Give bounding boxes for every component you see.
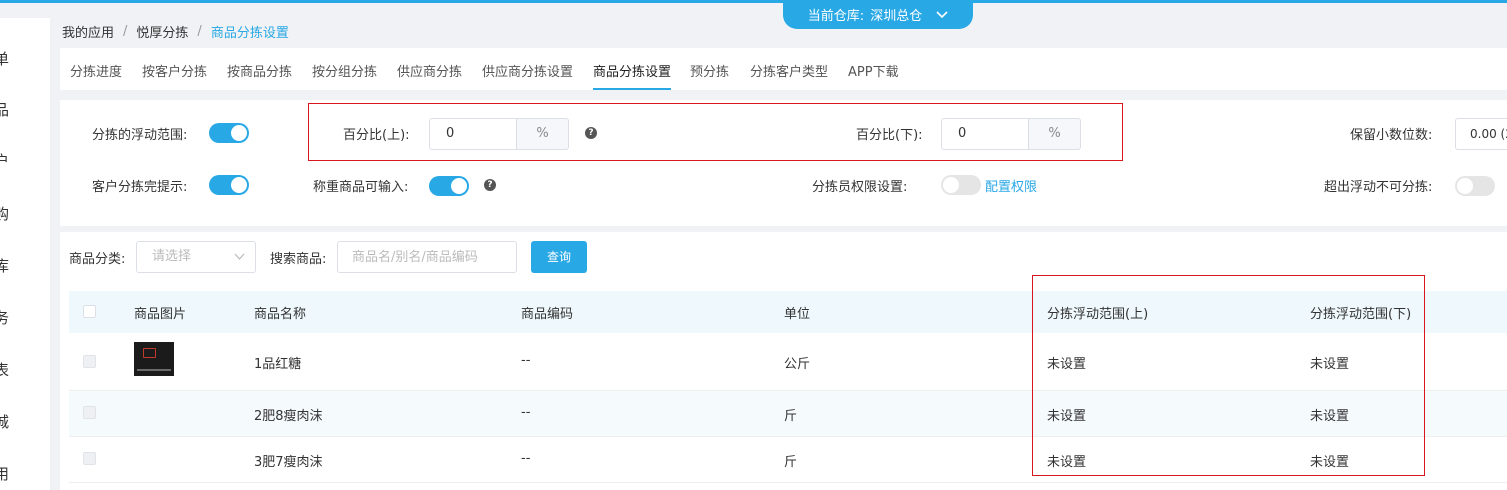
tab-by-product[interactable]: 按商品分拣 xyxy=(227,61,292,80)
table-header: 商品图片 商品名称 商品编码 单位 分拣浮动范围(上) 分拣浮动范围(下) xyxy=(69,291,1507,333)
product-image xyxy=(134,342,174,376)
sidebar-item-reports[interactable]: 表 xyxy=(0,359,9,380)
tab-supplier-settings[interactable]: 供应商分拣设置 xyxy=(482,61,573,80)
pct-up-unit: % xyxy=(516,118,569,150)
float-down-value[interactable]: 未设置 xyxy=(1310,451,1349,470)
breadcrumb-current: 商品分拣设置 xyxy=(210,26,289,41)
category-placeholder: 请选择 xyxy=(152,249,192,264)
breadcrumb-separator: / xyxy=(123,24,128,39)
help-icon[interactable]: ? xyxy=(484,179,496,191)
tab-sorting-progress[interactable]: 分拣进度 xyxy=(70,61,122,80)
pct-up-label: 百分比(上): xyxy=(343,128,410,143)
breadcrumb-my-apps[interactable]: 我的应用 xyxy=(62,22,114,41)
exceed-label: 超出浮动不可分拣: xyxy=(1324,180,1433,195)
tab-by-group[interactable]: 按分组分拣 xyxy=(312,61,377,80)
picker-perm-toggle[interactable] xyxy=(941,175,981,195)
product-code: -- xyxy=(521,353,531,368)
tab-product-settings[interactable]: 商品分拣设置 xyxy=(593,61,672,90)
sidebar-item-orders[interactable]: 单 xyxy=(0,48,9,69)
query-button[interactable]: 查询 xyxy=(531,241,587,273)
product-code: -- xyxy=(521,405,531,420)
sidebar-item-apps[interactable]: 用 xyxy=(0,463,9,484)
product-name: 1品红糖 xyxy=(254,357,302,372)
row-checkbox[interactable] xyxy=(83,452,96,465)
row-checkbox[interactable] xyxy=(83,355,96,368)
weighing-input-toggle[interactable] xyxy=(429,176,469,196)
tab-customer-types[interactable]: 分拣客户类型 xyxy=(750,61,828,80)
pct-down-unit: % xyxy=(1028,118,1081,150)
float-up-value[interactable]: 未设置 xyxy=(1047,353,1086,372)
sidebar-item-warehouse[interactable]: 库 xyxy=(0,255,9,276)
product-name: 2肥8瘦肉沫 xyxy=(254,409,323,424)
sidebar-item-finance[interactable]: 务 xyxy=(0,307,9,328)
customer-done-label: 客户分拣完提示: xyxy=(92,180,188,195)
decimal-select[interactable]: 0.00 (2 xyxy=(1455,118,1507,150)
header-name: 商品名称 xyxy=(254,307,307,322)
float-down-value[interactable]: 未设置 xyxy=(1310,405,1349,424)
header-image: 商品图片 xyxy=(134,307,187,322)
settings-panel: 分拣的浮动范围: 百分比(上): 0 % ? 百分比(下): 0 % 保留小数位… xyxy=(60,100,1507,226)
decimal-label: 保留小数位数: xyxy=(1350,128,1433,143)
config-permission-link[interactable]: 配置权限 xyxy=(985,176,1037,195)
sidebar: 单 品 户 购 库 务 表 城 用 xyxy=(0,18,50,490)
product-code: -- xyxy=(521,451,531,466)
float-range-toggle[interactable] xyxy=(209,123,249,143)
pct-down-input[interactable]: 0 xyxy=(941,118,1028,150)
pct-up-input-group: 0 % xyxy=(429,118,569,150)
sidebar-item-purchase[interactable]: 购 xyxy=(0,203,9,224)
tab-by-customer[interactable]: 按客户分拣 xyxy=(142,61,207,80)
table-row[interactable]: 3肥7瘦肉沫 -- 斤 未设置 未设置 xyxy=(69,437,1507,483)
sidebar-item-customers[interactable]: 户 xyxy=(0,150,9,171)
float-up-value[interactable]: 未设置 xyxy=(1047,405,1086,424)
select-all-checkbox[interactable] xyxy=(83,305,96,318)
warehouse-label: 当前仓库: xyxy=(807,9,865,24)
sidebar-item-mall[interactable]: 城 xyxy=(0,411,9,432)
tab-supplier-sorting[interactable]: 供应商分拣 xyxy=(397,61,462,80)
product-unit: 公斤 xyxy=(784,357,811,372)
table-row[interactable]: 1品红糖 -- 公斤 未设置 未设置 xyxy=(69,333,1507,391)
header-unit: 单位 xyxy=(784,307,811,322)
tab-pre-sorting[interactable]: 预分拣 xyxy=(690,61,729,80)
warehouse-name: 深圳总仓 xyxy=(870,9,923,24)
product-image-caption xyxy=(137,369,171,371)
breadcrumb-separator: / xyxy=(197,24,202,39)
breadcrumb-sorting[interactable]: 悦厚分拣 xyxy=(136,22,188,41)
product-unit: 斤 xyxy=(784,455,798,470)
weighing-input-label: 称重商品可输入: xyxy=(313,180,409,195)
header-float-up: 分拣浮动范围(上) xyxy=(1047,307,1149,322)
pct-down-input-group: 0 % xyxy=(941,118,1081,150)
breadcrumb: 我的应用 / 悦厚分拣 / 商品分拣设置 xyxy=(62,22,289,41)
warehouse-switcher[interactable]: 当前仓库: 深圳总仓 xyxy=(783,0,973,29)
top-accent-line xyxy=(0,0,1507,3)
help-icon[interactable]: ? xyxy=(585,127,597,139)
product-list-panel: 商品分类: 请选择 搜索商品: 查询 商品图片 商品名称 商品编码 单位 分拣浮… xyxy=(60,232,1507,490)
float-down-value[interactable]: 未设置 xyxy=(1310,353,1349,372)
chevron-down-icon xyxy=(936,8,948,22)
customer-done-toggle[interactable] xyxy=(209,175,249,195)
header-code: 商品编码 xyxy=(521,307,574,322)
picker-perm-label: 分拣员权限设置: xyxy=(812,180,908,195)
row-checkbox[interactable] xyxy=(83,406,96,419)
float-up-value[interactable]: 未设置 xyxy=(1047,451,1086,470)
pct-down-label: 百分比(下): xyxy=(856,128,923,143)
sidebar-item-products[interactable]: 品 xyxy=(0,99,9,120)
tab-app-download[interactable]: APP下载 xyxy=(848,61,899,80)
category-select[interactable]: 请选择 xyxy=(136,241,256,273)
search-label: 搜索商品: xyxy=(270,252,327,267)
tab-bar: 分拣进度 按客户分拣 按商品分拣 按分组分拣 供应商分拣 供应商分拣设置 商品分… xyxy=(60,48,1507,90)
category-label: 商品分类: xyxy=(69,252,126,267)
search-input[interactable] xyxy=(337,241,517,273)
product-name: 3肥7瘦肉沫 xyxy=(254,455,323,470)
header-float-down: 分拣浮动范围(下) xyxy=(1310,307,1412,322)
pct-up-input[interactable]: 0 xyxy=(429,118,516,150)
chevron-down-icon xyxy=(234,242,245,284)
float-range-label: 分拣的浮动范围: xyxy=(92,128,188,143)
table-row[interactable]: 2肥8瘦肉沫 -- 斤 未设置 未设置 xyxy=(69,391,1507,437)
product-unit: 斤 xyxy=(784,409,798,424)
product-logo xyxy=(143,348,156,358)
exceed-toggle[interactable] xyxy=(1455,176,1495,196)
